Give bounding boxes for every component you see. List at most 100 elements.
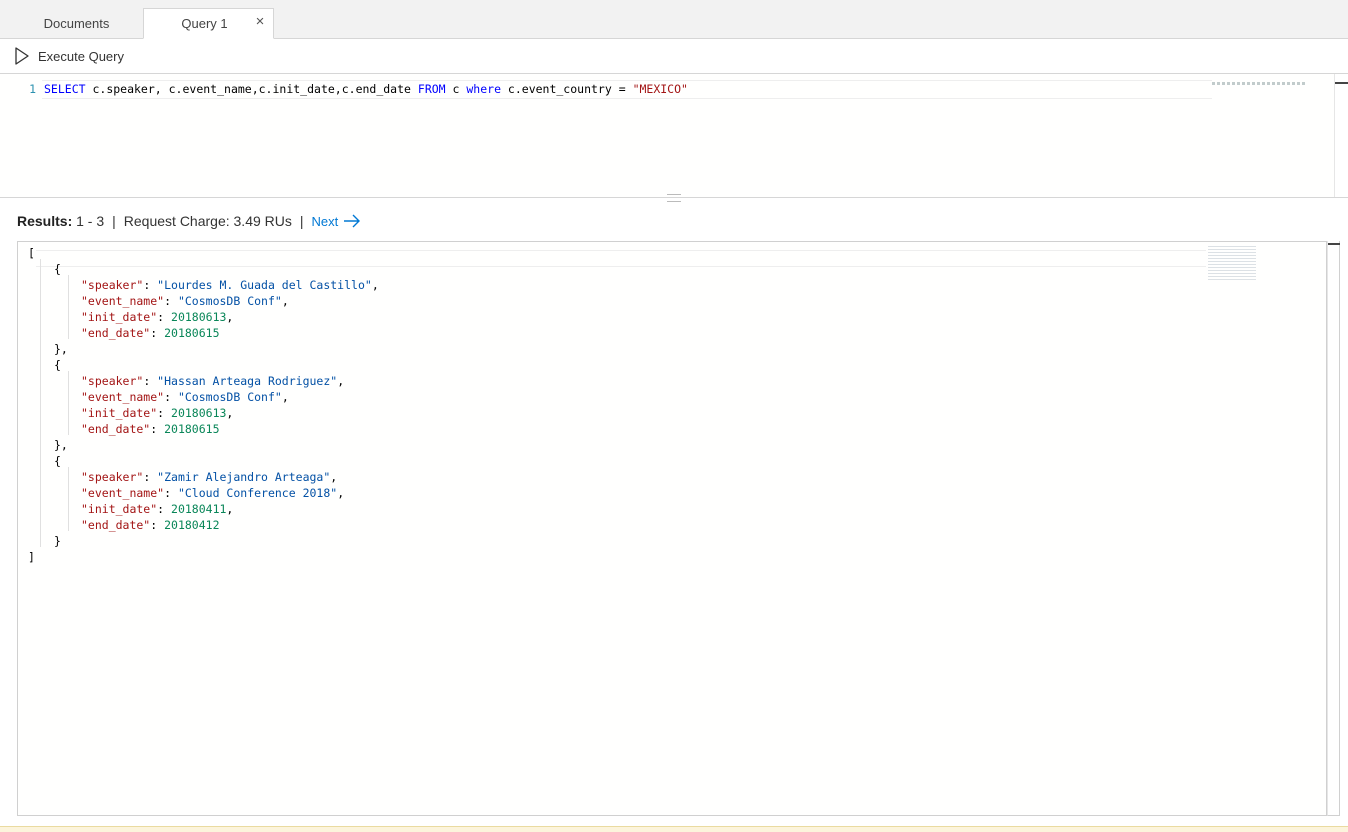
json-comma: , [371, 278, 379, 292]
json-open-brace: { [54, 358, 61, 372]
json-open-brace: { [54, 262, 61, 276]
json-colon: : [150, 326, 165, 340]
json-key-speaker: "speaker" [81, 278, 144, 292]
json-property-line: "speaker": "Lourdes M. Guada del Castill… [81, 277, 379, 293]
json-colon: : [157, 310, 172, 324]
json-value-end-date: 20180412 [164, 518, 220, 532]
execute-query-button[interactable]: Execute Query [14, 45, 124, 67]
json-colon: : [157, 406, 172, 420]
json-key-event-name: "event_name" [81, 486, 165, 500]
json-key-speaker: "speaker" [81, 470, 144, 484]
play-icon [15, 47, 29, 65]
json-value-init-date: 20180613 [171, 406, 227, 420]
indent-guide [68, 371, 69, 435]
json-value-init-date: 20180613 [171, 310, 227, 324]
separator: | [299, 213, 304, 229]
request-charge: Request Charge: 3.49 RUs [123, 213, 292, 229]
json-key-end-date: "end_date" [81, 422, 151, 436]
json-colon: : [164, 486, 178, 500]
results-scrollbar[interactable] [1327, 241, 1340, 816]
json-comma: , [281, 294, 289, 308]
editor-scroll-thumb[interactable] [1335, 82, 1348, 84]
toolbar: Execute Query [0, 39, 1348, 74]
json-key-event-name: "event_name" [81, 294, 165, 308]
json-property-line: "end_date": 20180615 [81, 325, 220, 341]
json-value-speaker: "Zamir Alejandro Arteaga" [157, 470, 331, 484]
json-property-line: "init_date": 20180613, [81, 405, 233, 421]
json-key-speaker: "speaker" [81, 374, 144, 388]
next-label: Next [311, 213, 339, 229]
close-icon[interactable]: × [253, 14, 267, 29]
json-comma: , [226, 406, 234, 420]
json-line: } [54, 533, 61, 549]
results-minimap[interactable] [1208, 246, 1256, 282]
splitter-grip-icon[interactable] [667, 194, 681, 202]
json-value-speaker: "Lourdes M. Guada del Castillo" [157, 278, 372, 292]
json-property-line: "end_date": 20180412 [81, 517, 220, 533]
json-colon: : [164, 294, 178, 308]
json-colon: : [143, 278, 158, 292]
execute-query-label: Execute Query [38, 48, 124, 64]
editor-scrollbar[interactable] [1334, 74, 1348, 197]
json-close-brace: }, [54, 438, 68, 452]
query-condition: c.event_country = [501, 82, 633, 96]
indent-guide [68, 275, 69, 339]
query-alias: c [445, 82, 467, 96]
json-comma: , [226, 502, 234, 516]
json-key-event-name: "event_name" [81, 390, 165, 404]
json-property-line: "speaker": "Hassan Arteaga Rodriguez", [81, 373, 344, 389]
json-line: { [54, 357, 61, 373]
json-open-brace: { [54, 454, 61, 468]
json-key-end-date: "end_date" [81, 518, 151, 532]
json-value-event-name: "CosmosDB Conf" [177, 390, 282, 404]
json-comma: , [337, 486, 345, 500]
json-comma: , [330, 470, 338, 484]
json-property-line: "end_date": 20180615 [81, 421, 220, 437]
json-close-brace: } [54, 534, 61, 548]
keyword-where: where [466, 82, 501, 96]
tab-query-1-label: Query 1 [181, 16, 228, 31]
json-line: }, [54, 341, 68, 357]
json-property-line: "event_name": "CosmosDB Conf", [81, 293, 289, 309]
json-property-line: "speaker": "Zamir Alejandro Arteaga", [81, 469, 337, 485]
results-status-bar: Results: 1 - 3 | Request Charge: 3.49 RU… [17, 212, 361, 230]
json-comma: , [226, 310, 234, 324]
editor-minimap[interactable] [1212, 82, 1306, 85]
json-close-bracket: ] [28, 550, 35, 564]
json-colon: : [164, 390, 178, 404]
json-property-line: "init_date": 20180613, [81, 309, 233, 325]
indent-guide [68, 467, 69, 531]
keyword-select: SELECT [44, 82, 86, 96]
json-value-init-date: 20180411 [171, 502, 227, 516]
json-colon: : [143, 470, 158, 484]
keyword-from: FROM [417, 82, 446, 96]
line-number: 1 [29, 82, 36, 96]
json-line: { [54, 453, 61, 469]
tab-query-1[interactable]: Query 1 × [143, 8, 274, 39]
arrow-right-icon [344, 214, 361, 228]
json-line: [ [28, 245, 35, 261]
json-value-end-date: 20180615 [164, 326, 220, 340]
json-key-init-date: "init_date" [81, 502, 158, 516]
results-scroll-thumb[interactable] [1328, 243, 1340, 245]
query-text[interactable]: SELECT c.speaker, c.event_name,c.init_da… [44, 82, 688, 96]
json-key-end-date: "end_date" [81, 326, 151, 340]
json-colon: : [150, 518, 165, 532]
tab-documents[interactable]: Documents [10, 8, 143, 38]
json-value-event-name: "Cloud Conference 2018" [177, 486, 338, 500]
results-range: 1 - 3 [72, 213, 105, 229]
json-value-speaker: "Hassan Arteaga Rodriguez" [157, 374, 338, 388]
json-property-line: "event_name": "Cloud Conference 2018", [81, 485, 344, 501]
json-line: ] [28, 549, 35, 565]
json-value-event-name: "CosmosDB Conf" [177, 294, 282, 308]
json-line: }, [54, 437, 68, 453]
query-editor[interactable]: 1 SELECT c.speaker, c.event_name,c.init_… [0, 74, 1334, 197]
json-line: { [54, 261, 61, 277]
query-value: "MEXICO" [632, 82, 688, 96]
json-colon: : [157, 502, 172, 516]
json-comma: , [337, 374, 345, 388]
current-line-highlight [36, 250, 1206, 267]
json-colon: : [143, 374, 158, 388]
next-button[interactable]: Next [312, 214, 362, 229]
notification-strip [0, 826, 1348, 832]
